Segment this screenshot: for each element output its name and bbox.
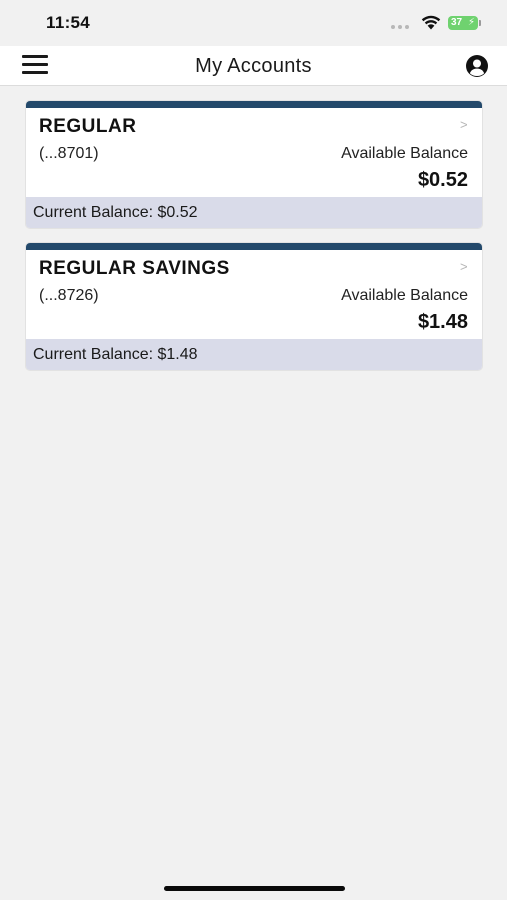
available-balance-value: $1.48 [417, 311, 468, 333]
user-circle-icon[interactable] [465, 54, 489, 78]
status-bar: 11:54 37 ⚡ [0, 0, 507, 46]
current-balance: Current Balance: $1.48 [26, 339, 482, 370]
home-indicator[interactable] [164, 886, 345, 891]
current-balance: Current Balance: $0.52 [26, 197, 482, 228]
account-number: (...8726) [39, 287, 99, 304]
battery-icon: 37 ⚡ [448, 16, 481, 30]
status-time: 11:54 [46, 13, 91, 32]
available-balance-label: Available Balance [341, 287, 468, 304]
account-card-regular[interactable]: REGULAR > (...8701) Available Balance $0… [26, 101, 482, 228]
chevron-right-icon: > [460, 259, 468, 274]
cellular-dots-icon [391, 25, 409, 29]
chevron-right-icon: > [460, 117, 468, 132]
card-accent-bar [26, 101, 482, 108]
account-name: REGULAR [39, 116, 137, 137]
account-number: (...8701) [39, 145, 99, 162]
available-balance-label: Available Balance [341, 145, 468, 162]
card-accent-bar [26, 243, 482, 250]
battery-level: 37 [451, 17, 463, 28]
nav-bar: My Accounts [0, 46, 507, 86]
wifi-icon [421, 15, 441, 30]
account-name: REGULAR SAVINGS [39, 258, 230, 279]
available-balance-value: $0.52 [417, 169, 468, 191]
screen: 11:54 37 ⚡ My Accounts REGULAR > (...8701… [0, 0, 507, 900]
account-card-regular-savings[interactable]: REGULAR SAVINGS > (...8726) Available Ba… [26, 243, 482, 370]
page-title: My Accounts [195, 55, 312, 77]
